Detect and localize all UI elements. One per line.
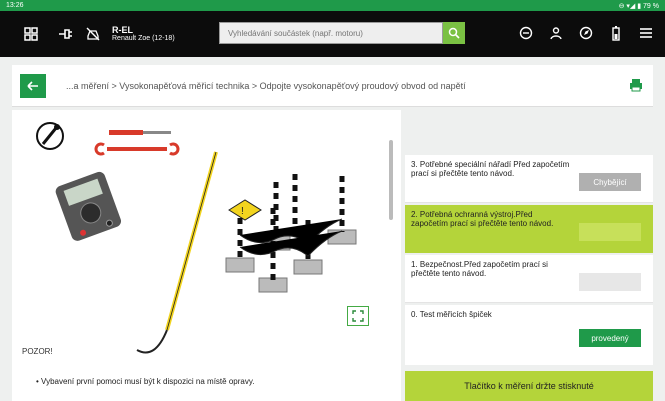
print-icon[interactable] [629, 78, 643, 97]
screwdriver-wrench [94, 130, 180, 156]
hold-measure-button[interactable]: Tlačítko k měření držte stisknuté [405, 371, 653, 401]
search-input[interactable] [219, 22, 444, 44]
grid-icon[interactable] [20, 23, 42, 45]
no-car-icon[interactable] [82, 23, 104, 45]
step-2-text: 2. Potřebná ochranná výstroj.Před započe… [411, 210, 554, 228]
status-icons: ⊖ ▾◢ ▮ 79 % [618, 2, 659, 10]
back-button[interactable] [20, 73, 46, 98]
menu-icon[interactable] [635, 22, 657, 44]
status-bar: 13:26 ⊖ ▾◢ ▮ 79 % [0, 0, 665, 11]
search-bar [219, 22, 465, 44]
search-button[interactable] [443, 22, 465, 44]
warning-bullet-text: Vybavení první pomoci musí být k dispozi… [41, 377, 255, 386]
left-scrollbar[interactable] [389, 140, 393, 220]
vehicle-code: R-EL [112, 24, 133, 35]
step-1-status-button[interactable] [579, 273, 641, 291]
step-0-text: 0. Test měřicích špiček [411, 310, 492, 319]
search-icon [448, 27, 460, 39]
multimeter [55, 171, 122, 241]
step-0-done-button[interactable]: provedený [579, 329, 641, 347]
user-icon[interactable] [545, 22, 567, 44]
compass-icon[interactable] [575, 22, 597, 44]
expand-icon [352, 310, 364, 322]
breadcrumb[interactable]: ...a měření > Vysokonapěťová měřicí tech… [66, 81, 466, 91]
warning-heading: POZOR! [22, 347, 53, 356]
status-time: 13:26 [6, 2, 24, 9]
back-arrow-icon [27, 80, 38, 91]
svg-text:!: ! [241, 206, 244, 217]
toolbar-icons [515, 22, 657, 44]
step-3-text: 3. Potřebné speciální nářadí Před započe… [411, 160, 570, 178]
vehicle-model: Renault Zoe (12-18) [112, 35, 175, 43]
barrier-posts: ! [225, 174, 357, 293]
warning-bullet: • Vybavení první pomoci musí být k dispo… [36, 377, 255, 386]
step-item-1[interactable]: 1. Bezpečnost.Před započetím prací si př… [405, 255, 653, 303]
expand-image-button[interactable] [347, 306, 369, 326]
tool-icon [36, 122, 64, 150]
tools-illustration: ! [36, 122, 357, 354]
insulated-pole [136, 151, 218, 354]
battery-icon[interactable] [605, 22, 627, 44]
step-item-2[interactable]: 2. Potřebná ochranná výstroj.Před započe… [405, 205, 653, 253]
plug-icon[interactable] [54, 23, 76, 45]
steps-panel: 3. Potřebné speciální nářadí Před započe… [405, 110, 653, 401]
instruction-panel: ! [12, 110, 401, 401]
step-3-missing-button[interactable]: Chybějící [579, 173, 641, 191]
step-1-text: 1. Bezpečnost.Před započetím prací si př… [411, 260, 548, 278]
app-bar: R-EL Renault Zoe (12-18) [0, 11, 665, 57]
minus-circle-icon[interactable] [515, 22, 537, 44]
step-item-0[interactable]: 0. Test měřicích špiček provedený [405, 305, 653, 365]
step-item-3[interactable]: 3. Potřebné speciální nářadí Před započe… [405, 155, 653, 203]
breadcrumb-bar: ...a měření > Vysokonapěťová měřicí tech… [12, 65, 653, 107]
vehicle-info[interactable]: R-EL Renault Zoe (12-18) [112, 24, 175, 43]
step-2-status-button[interactable] [579, 223, 641, 241]
